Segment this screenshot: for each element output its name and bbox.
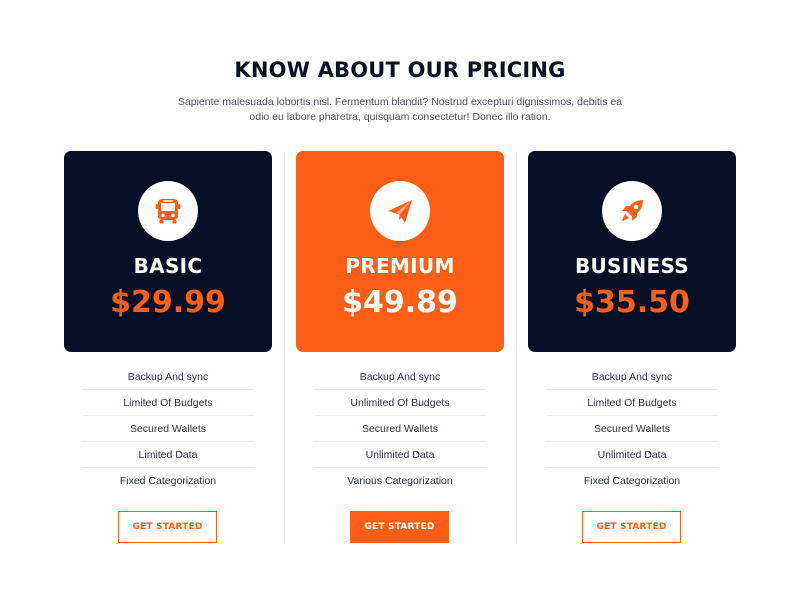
plan-price: $35.50	[574, 285, 690, 320]
feature-item: Various Categorization	[347, 475, 453, 487]
feature-item: Unlimited Of Budgets	[314, 390, 486, 416]
pricing-card-basic: BASIC $29.99	[64, 151, 272, 352]
feature-item: Backup And sync	[546, 364, 718, 390]
feature-item: Fixed Categorization	[119, 475, 217, 487]
feature-item: Unlimited Data	[546, 442, 718, 468]
column-divider	[284, 152, 285, 542]
get-started-button-business[interactable]: GET STARTED	[582, 511, 681, 543]
get-started-button-premium[interactable]: GET STARTED	[350, 511, 449, 543]
pricing-card-premium: PREMIUM $49.89	[296, 151, 504, 352]
column-divider	[516, 152, 517, 542]
bus-icon	[138, 181, 198, 241]
feature-list-premium: Backup And sync Unlimited Of Budgets Sec…	[314, 364, 486, 494]
feature-item: Secured Wallets	[314, 416, 486, 442]
plan-name: BUSINESS	[574, 254, 690, 278]
feature-item: Fixed Categorization	[583, 475, 681, 487]
feature-item: Secured Wallets	[546, 416, 718, 442]
feature-item: Secured Wallets	[82, 416, 254, 442]
plan-name: BASIC	[133, 254, 203, 278]
feature-item: Backup And sync	[82, 364, 254, 390]
feature-item: Limited Of Budgets	[546, 390, 718, 416]
feature-item: Backup And sync	[314, 364, 486, 390]
rocket-icon	[602, 181, 662, 241]
plan-price: $29.99	[110, 285, 226, 320]
feature-item: Limited Data	[82, 442, 254, 468]
feature-item: Limited Of Budgets	[82, 390, 254, 416]
plan-price: $49.89	[342, 285, 458, 320]
pricing-page: KNOW ABOUT OUR PRICING Sapiente malesuad…	[0, 0, 800, 602]
get-started-button-basic[interactable]: GET STARTED	[118, 511, 217, 543]
feature-list-basic: Backup And sync Limited Of Budgets Secur…	[82, 364, 254, 494]
section-subtitle: Sapiente malesuada lobortis nisl. Fermen…	[177, 96, 623, 123]
section-title: KNOW ABOUT OUR PRICING	[234, 58, 566, 82]
paper-plane-icon	[370, 181, 430, 241]
feature-item: Unlimited Data	[314, 442, 486, 468]
feature-list-business: Backup And sync Limited Of Budgets Secur…	[546, 364, 718, 494]
pricing-card-business: BUSINESS $35.50	[528, 151, 736, 352]
plan-name: PREMIUM	[345, 254, 455, 278]
